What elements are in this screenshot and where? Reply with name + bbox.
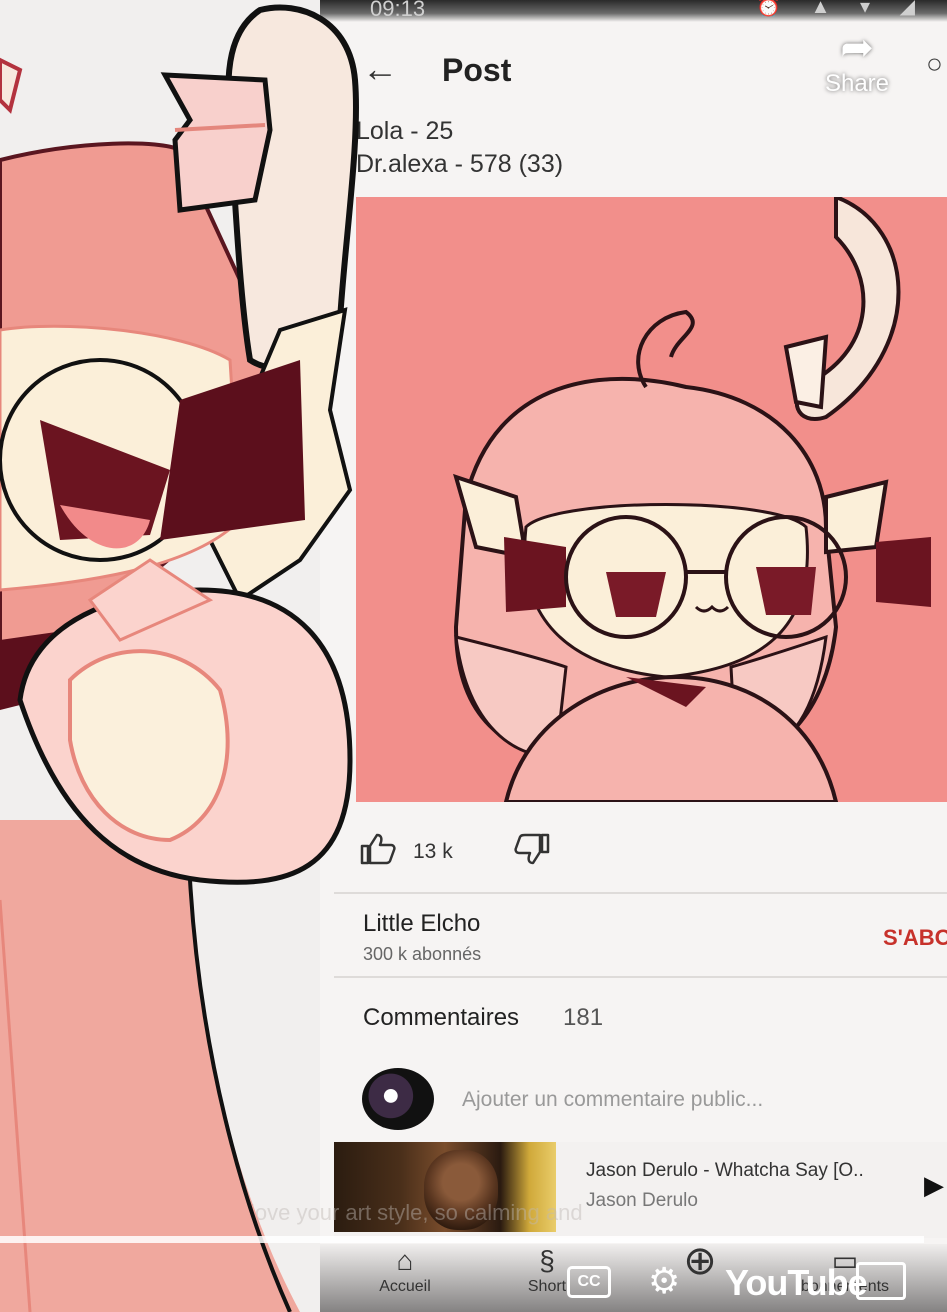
divider	[334, 976, 947, 978]
thumbs-down-icon	[514, 833, 550, 865]
like-count: 13 k	[413, 840, 453, 863]
status-bar: 09:13 ⏰ ▲ ▾ ◢	[320, 0, 947, 22]
status-icons: ⏰ ▲ ▾ ◢	[756, 0, 927, 18]
page-title: Post	[442, 52, 512, 88]
share-button[interactable]: ➦ Share	[812, 26, 902, 98]
comments-count: 181	[563, 1004, 604, 1031]
cast-icon[interactable]	[856, 1262, 906, 1300]
divider	[334, 892, 947, 894]
share-label: Share	[824, 70, 890, 97]
nav-home[interactable]: ⌂ Accueil	[350, 1244, 460, 1296]
post-header: ← Post ➦ Share ○	[320, 26, 947, 110]
youtube-logo[interactable]: YouTube	[725, 1262, 868, 1304]
post-artwork	[356, 197, 947, 802]
video-progress-bar[interactable]	[0, 1236, 924, 1243]
play-icon[interactable]: ▶	[924, 1170, 944, 1201]
post-image[interactable]	[356, 197, 947, 802]
post-actions: 13 k	[356, 830, 916, 874]
nav-home-label: Accueil	[379, 1278, 431, 1295]
gear-icon[interactable]: ⚙	[648, 1260, 680, 1302]
dislike-button[interactable]	[514, 832, 552, 871]
character-overlay	[0, 4, 359, 1312]
mini-player-artist: Jason Derulo	[586, 1190, 698, 1211]
search-icon[interactable]: ○	[926, 48, 943, 80]
captions-button[interactable]: CC	[567, 1266, 611, 1298]
mini-player-title: Jason Derulo - Whatcha Say [O..	[586, 1160, 864, 1181]
home-icon: ⌂	[396, 1245, 414, 1276]
phone-screen: 09:13 ⏰ ▲ ▾ ◢ ← Post ➦ Share ○ Lola - 25…	[320, 0, 947, 1312]
comment-input[interactable]: Ajouter un commentaire public...	[462, 1088, 763, 1112]
subscribe-button[interactable]: S'ABO	[883, 925, 947, 951]
share-arrow-icon: ➦	[840, 26, 874, 70]
